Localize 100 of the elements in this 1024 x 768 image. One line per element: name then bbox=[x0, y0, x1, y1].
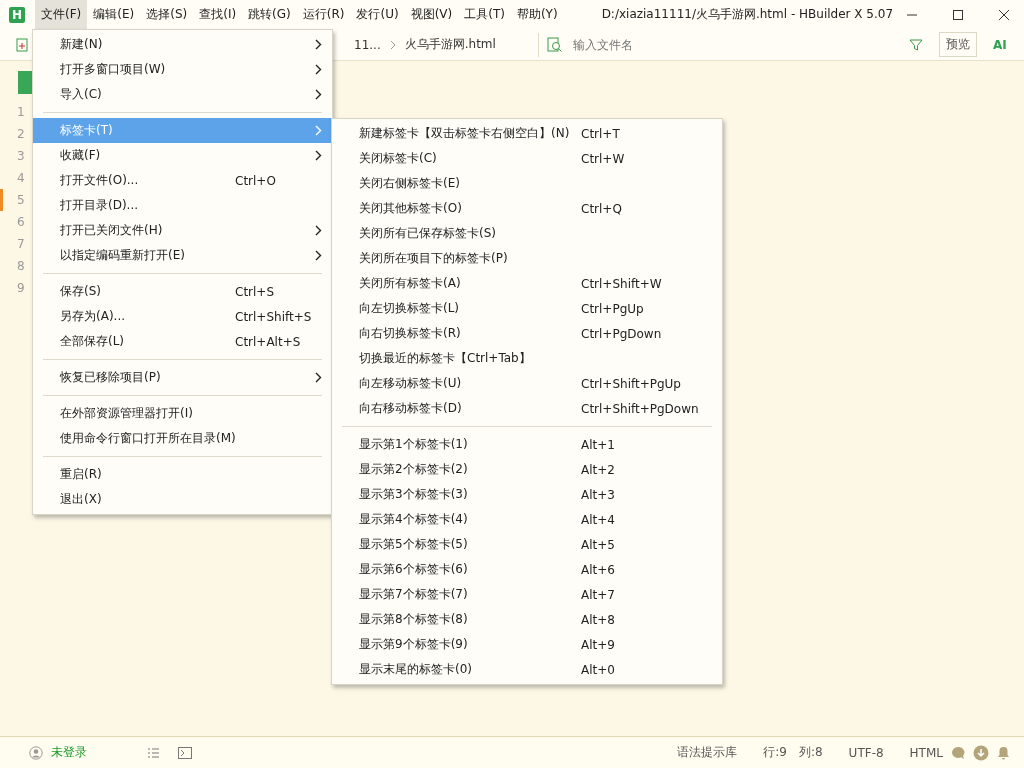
menu-bar-item[interactable]: 视图(V) bbox=[404, 0, 459, 29]
line-number: 4 bbox=[16, 170, 26, 187]
chat-icon[interactable] bbox=[951, 745, 965, 760]
menu-item-label: 向左切换标签卡(L) bbox=[359, 300, 460, 317]
menu-item-label: 关闭其他标签卡(O) bbox=[359, 200, 462, 217]
search-icon bbox=[546, 36, 563, 53]
menu-item[interactable]: 打开多窗口项目(W) bbox=[33, 57, 332, 82]
menu-item-label: 收藏(F) bbox=[60, 147, 101, 164]
filter-icon[interactable] bbox=[908, 37, 923, 52]
language-label[interactable]: HTML bbox=[909, 745, 943, 760]
shortcut-label: Ctrl+Alt+S bbox=[235, 334, 301, 349]
menu-item-label: 打开目录(D)... bbox=[60, 197, 139, 214]
menu-item[interactable]: 显示第6个标签卡(6) Alt+6 bbox=[332, 557, 722, 582]
menu-item-label: 显示第1个标签卡(1) bbox=[359, 436, 468, 453]
menu-item[interactable]: 显示末尾的标签卡(0) Alt+0 bbox=[332, 657, 722, 682]
line-number: 1 bbox=[16, 104, 26, 121]
maximize-icon[interactable] bbox=[952, 8, 964, 21]
shortcut-label: Ctrl+PgDown bbox=[581, 326, 662, 341]
menu-item[interactable]: 退出(X) bbox=[33, 487, 332, 512]
menu-item[interactable]: 新建(N) bbox=[33, 32, 332, 57]
menu-item-label: 标签卡(T) bbox=[60, 122, 113, 139]
menu-bar-item[interactable]: 选择(S) bbox=[140, 0, 194, 29]
menu-item[interactable]: 打开文件(O)... Ctrl+O bbox=[33, 168, 332, 193]
menu-item-label: 以指定编码重新打开(E) bbox=[60, 247, 185, 264]
menu-item[interactable]: 关闭所有已保存标签卡(S) bbox=[332, 221, 722, 246]
menu-item[interactable]: 向左切换标签卡(L) Ctrl+PgUp bbox=[332, 296, 722, 321]
breadcrumb-item[interactable]: 11... bbox=[354, 37, 381, 52]
terminal-icon[interactable] bbox=[178, 746, 192, 759]
menu-bar-item[interactable]: 编辑(E) bbox=[87, 0, 141, 29]
menu-bar-item[interactable]: 文件(F) bbox=[35, 0, 88, 29]
menu-item[interactable]: 显示第8个标签卡(8) Alt+8 bbox=[332, 607, 722, 632]
menu-item[interactable]: 以指定编码重新打开(E) bbox=[33, 243, 332, 268]
download-icon[interactable] bbox=[973, 744, 989, 761]
shortcut-label: Ctrl+S bbox=[235, 284, 275, 299]
menu-item[interactable]: 关闭右侧标签卡(E) bbox=[332, 171, 722, 196]
menu-item[interactable]: 恢复已移除项目(P) bbox=[33, 365, 332, 390]
menu-item[interactable]: 显示第4个标签卡(4) Alt+4 bbox=[332, 507, 722, 532]
preview-button[interactable]: 预览 bbox=[938, 32, 977, 57]
breadcrumb-item[interactable]: 火乌手游网.html bbox=[404, 36, 496, 53]
new-file-icon[interactable] bbox=[16, 37, 30, 52]
menu-item[interactable]: 关闭所有标签卡(A) Ctrl+Shift+W bbox=[332, 271, 722, 296]
menu-item[interactable]: 收藏(F) bbox=[33, 143, 332, 168]
menu-bar-item[interactable]: 查找(I) bbox=[193, 0, 243, 29]
shortcut-label: Ctrl+Q bbox=[581, 201, 622, 216]
shortcut-label: Ctrl+Shift+W bbox=[581, 276, 662, 291]
menu-item-label: 关闭标签卡(C) bbox=[359, 150, 437, 167]
file-search-field[interactable]: 输入文件名 bbox=[570, 36, 901, 53]
menu-item[interactable]: 全部保存(L) Ctrl+Alt+S bbox=[33, 329, 332, 354]
menu-item[interactable]: 打开已关闭文件(H) bbox=[33, 218, 332, 243]
menu-item-label: 关闭所在项目下的标签卡(P) bbox=[359, 250, 508, 267]
list-icon[interactable] bbox=[147, 746, 160, 759]
shortcut-label: Alt+1 bbox=[581, 437, 615, 452]
line-number: 6 bbox=[16, 214, 26, 231]
user-avatar-icon bbox=[29, 745, 43, 760]
menu-item-label: 恢复已移除项目(P) bbox=[60, 369, 161, 386]
close-icon[interactable] bbox=[998, 8, 1010, 21]
shortcut-label: Alt+9 bbox=[581, 637, 615, 652]
menu-item[interactable]: 打开目录(D)... bbox=[33, 193, 332, 218]
menu-item[interactable]: 新建标签卡【双击标签卡右侧空白】(N) Ctrl+T bbox=[332, 121, 722, 146]
shortcut-label: Alt+5 bbox=[581, 537, 615, 552]
menu-bar-item[interactable]: 运行(R) bbox=[296, 0, 351, 29]
menu-item-label: 保存(S) bbox=[60, 283, 101, 300]
login-link[interactable]: 未登录 bbox=[51, 744, 87, 761]
bell-icon[interactable] bbox=[997, 745, 1010, 760]
menu-item-label: 打开多窗口项目(W) bbox=[60, 61, 166, 78]
encoding-label[interactable]: UTF-8 bbox=[848, 745, 884, 760]
syntax-library-label[interactable]: 语法提示库 bbox=[677, 744, 738, 761]
menu-item[interactable]: 向右切换标签卡(R) Ctrl+PgDown bbox=[332, 321, 722, 346]
menu-item[interactable]: 向左移动标签卡(U) Ctrl+Shift+PgUp bbox=[332, 371, 722, 396]
menu-item[interactable]: 显示第7个标签卡(7) Alt+7 bbox=[332, 582, 722, 607]
menu-item[interactable]: 重启(R) bbox=[33, 462, 332, 487]
menu-item[interactable]: 显示第9个标签卡(9) Alt+9 bbox=[332, 632, 722, 657]
menu-item[interactable]: 切换最近的标签卡【Ctrl+Tab】 bbox=[332, 346, 722, 371]
menu-item[interactable]: 关闭所在项目下的标签卡(P) bbox=[332, 246, 722, 271]
menu-item[interactable]: 在外部资源管理器打开(I) bbox=[33, 401, 332, 426]
menu-bar-item[interactable]: 跳转(G) bbox=[242, 0, 297, 29]
chevron-right-icon bbox=[388, 39, 397, 50]
menu-bar-item[interactable]: 发行(U) bbox=[350, 0, 405, 29]
menu-item[interactable]: 关闭标签卡(C) Ctrl+W bbox=[332, 146, 722, 171]
menu-bar-item[interactable]: 工具(T) bbox=[458, 0, 511, 29]
menu-item[interactable]: 显示第3个标签卡(3) Alt+3 bbox=[332, 482, 722, 507]
column-indicator: 列:8 bbox=[798, 744, 823, 761]
menu-item[interactable]: 显示第1个标签卡(1) Alt+1 bbox=[332, 432, 722, 457]
menu-item-label: 显示第9个标签卡(9) bbox=[359, 636, 468, 653]
menu-bar-item[interactable]: 帮助(Y) bbox=[510, 0, 564, 29]
menu-item-label: 全部保存(L) bbox=[60, 333, 125, 350]
menu-item-label: 显示第5个标签卡(5) bbox=[359, 536, 468, 553]
shortcut-label: Ctrl+PgUp bbox=[581, 301, 644, 316]
menu-item[interactable]: 显示第2个标签卡(2) Alt+2 bbox=[332, 457, 722, 482]
shortcut-label: Ctrl+W bbox=[581, 151, 625, 166]
menu-item-label: 显示第7个标签卡(7) bbox=[359, 586, 468, 603]
shortcut-label: Alt+6 bbox=[581, 562, 615, 577]
menu-item[interactable]: 使用命令行窗口打开所在目录(M) bbox=[33, 426, 332, 451]
menu-item[interactable]: 保存(S) Ctrl+S bbox=[33, 279, 332, 304]
menu-item[interactable]: 显示第5个标签卡(5) Alt+5 bbox=[332, 532, 722, 557]
menu-item-label: 显示第3个标签卡(3) bbox=[359, 486, 468, 503]
menu-item[interactable]: 关闭其他标签卡(O) Ctrl+Q bbox=[332, 196, 722, 221]
menu-item[interactable]: 另存为(A)... Ctrl+Shift+S bbox=[33, 304, 332, 329]
menu-item[interactable]: 向右移动标签卡(D) Ctrl+Shift+PgDown bbox=[332, 396, 722, 421]
menu-item[interactable]: 导入(C) bbox=[33, 82, 332, 107]
